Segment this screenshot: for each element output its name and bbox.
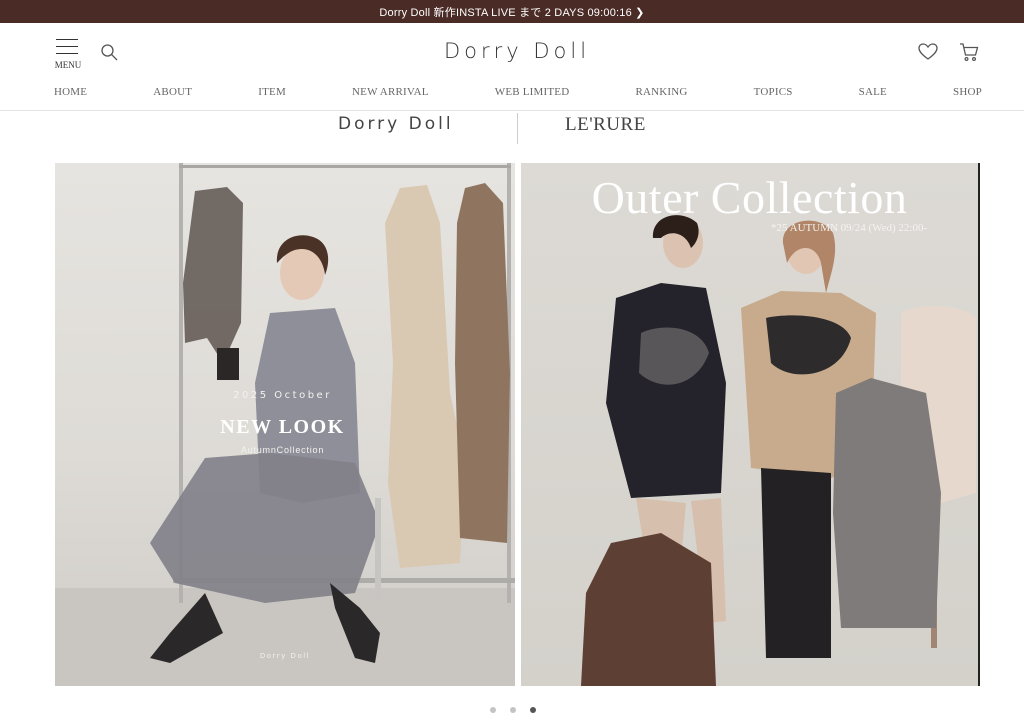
search-button[interactable] [100, 43, 120, 63]
brand-switcher: Dorry Doll LE'RURE [0, 111, 1024, 147]
nav-item-sale[interactable]: SALE [859, 86, 887, 102]
slide-subtitle: AutumnCollection [240, 445, 325, 455]
brand-link-dorry-doll[interactable]: Dorry Doll [338, 114, 473, 134]
nav-item-topics[interactable]: TOPICS [754, 86, 793, 102]
hamburger-menu-icon [56, 39, 78, 40]
outer-collection-photo [581, 215, 976, 686]
brand-link-lerure[interactable]: LE'RURE [565, 114, 655, 136]
carousel-dot-active[interactable] [530, 707, 536, 713]
carousel-dot[interactable] [510, 707, 516, 713]
nav-item-home[interactable]: HOME [54, 86, 87, 102]
nav-item-web-limited[interactable]: WEB LIMITED [495, 86, 570, 102]
favorite-button[interactable] [917, 41, 939, 63]
hamburger-bar [56, 46, 78, 47]
announcement-bar[interactable]: Dorry Doll 新作INSTA LIVE まで 2 DAYS 09:00:… [0, 0, 1024, 23]
site-header: MENU Dorry Doll HOME ABOUT ITEM NEW ARRI… [0, 23, 1024, 111]
nav-item-shop[interactable]: SHOP [953, 86, 982, 102]
cart-icon [960, 43, 979, 62]
heart-icon [918, 43, 938, 60]
nav-item-new-arrival[interactable]: NEW ARRIVAL [352, 86, 429, 102]
carousel-dots [490, 707, 542, 717]
hero-slide-new-look[interactable]: 2025 October NEW LOOK AutumnCollection D… [55, 163, 515, 686]
slide-title: NEW LOOK [220, 416, 345, 438]
slide-date: 2025 October [233, 390, 332, 401]
nav-item-ranking[interactable]: RANKING [635, 86, 687, 102]
hero-slide-outer-collection[interactable]: Outer Collection *25 AUTUMN 09/24 (Wed) … [521, 163, 980, 686]
slide-title: Outer Collection [591, 172, 908, 223]
slide-subtitle: *25 AUTUMN 09/24 (Wed) 22:00- [771, 222, 928, 234]
site-logo[interactable]: Dorry Doll [412, 39, 622, 63]
nav-item-about[interactable]: ABOUT [153, 86, 192, 102]
slide-brand: Dorry Doll [259, 652, 311, 660]
nav-item-item[interactable]: ITEM [258, 86, 286, 102]
search-icon [101, 44, 118, 61]
hamburger-bar [56, 53, 78, 54]
carousel-dot[interactable] [490, 707, 496, 713]
menu-label: MENU [54, 60, 82, 70]
cart-button[interactable] [958, 41, 980, 63]
brand-divider [517, 113, 518, 144]
global-nav: HOME ABOUT ITEM NEW ARRIVAL WEB LIMITED … [54, 86, 982, 102]
announcement-text[interactable]: Dorry Doll 新作INSTA LIVE まで 2 DAYS 09:00:… [379, 4, 644, 20]
